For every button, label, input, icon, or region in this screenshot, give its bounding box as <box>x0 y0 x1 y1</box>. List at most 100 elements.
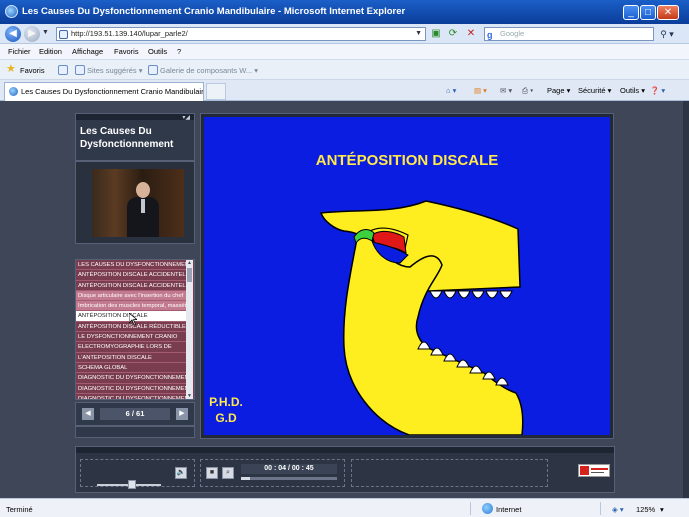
previous-slide-button[interactable]: ◀ <box>82 408 94 420</box>
search-icon[interactable]: ⚲ ▾ <box>656 27 678 41</box>
status-separator <box>470 502 471 515</box>
slide-pager: ◀ 6 / 61 ▶ <box>75 402 195 426</box>
protected-mode-icon[interactable]: ◈ ▾ <box>612 505 624 514</box>
new-tab-button[interactable] <box>206 83 226 100</box>
speaker-video[interactable] <box>75 161 195 244</box>
forward-button[interactable]: ▶ <box>24 26 40 42</box>
favorites-bar: ★ Favoris Sites suggérés ▾ Galerie de co… <box>0 60 689 80</box>
stop-icon[interactable]: ✕ <box>465 28 477 40</box>
minimize-button[interactable]: _ <box>623 5 639 20</box>
chapter-item[interactable]: Disque articulaire avec l'insertion du c… <box>76 290 186 302</box>
menu-file[interactable]: Fichier <box>8 47 31 56</box>
web-slice-gallery-icon <box>148 65 158 75</box>
slide-counter: 6 / 61 <box>100 408 170 420</box>
player-strip <box>76 447 614 453</box>
ie-logo-icon <box>5 5 18 18</box>
transport-group: ■ ⌕ 00 : 04 / 00 : 45 <box>200 459 345 487</box>
playback-time: 00 : 04 / 00 : 45 <box>241 464 337 474</box>
tab-page-icon <box>9 87 18 96</box>
page-content: ▾◢ Les Causes Du Dysfonctionnement LES C… <box>0 101 689 498</box>
seek-bar[interactable] <box>241 477 337 480</box>
slide-author: P.H.D. G.D <box>204 394 248 426</box>
mail-icon[interactable]: ✉ ▾ <box>500 86 512 95</box>
tab-active[interactable]: Les Causes Du Dysfonctionnement Cranio M… <box>4 82 204 101</box>
chapter-item[interactable]: LE DYSFONCTIONNEMENT CRANIO <box>76 332 186 343</box>
close-button[interactable]: ✕ <box>657 5 679 20</box>
window-titlebar: Les Causes Du Dysfonctionnement Cranio M… <box>0 0 689 24</box>
menu-view[interactable]: Affichage <box>72 47 103 56</box>
recent-pages-dropdown-icon[interactable]: ▼ <box>42 29 49 36</box>
volume-slider-thumb[interactable] <box>127 480 136 489</box>
window-title: Les Causes Du Dysfonctionnement Cranio M… <box>22 6 406 17</box>
chapter-item[interactable]: DIAGNOSTIC DU DYSFONCTIONNEMENT <box>76 394 186 399</box>
speaker-tie <box>141 199 145 213</box>
chapter-item[interactable]: DIAGNOSTIC DU DYSFONCTIONNEMENT <box>76 384 186 394</box>
menu-tools[interactable]: Outils <box>148 47 167 56</box>
add-favorite-icon[interactable] <box>58 65 68 75</box>
chapter-item[interactable]: ANTÉPOSITION DISCALE ACCIDENTELLE <box>76 270 186 281</box>
media-player: 🔈 ■ ⌕ 00 : 04 / 00 : 45 <box>75 446 615 493</box>
chapter-item[interactable]: DIAGNOSTIC DU DYSFONCTIONNEMENT <box>76 373 186 384</box>
zoom-button[interactable]: ⌕ <box>222 467 234 479</box>
zoom-level[interactable]: 125% <box>636 505 655 514</box>
status-text: Terminé <box>6 505 33 514</box>
home-icon[interactable]: ⌂ ▾ <box>446 86 456 95</box>
chapter-item[interactable]: SCHEMA GLOBAL <box>76 363 186 374</box>
print-icon[interactable]: ⎙ ▾ <box>522 86 533 96</box>
internet-zone-icon <box>482 503 493 514</box>
chapter-item[interactable]: L'ANTEPOSITION DISCALE <box>76 353 186 363</box>
panel-options-icon[interactable]: ▾◢ <box>182 114 190 121</box>
logo-line-1 <box>591 468 608 470</box>
university-logo <box>578 464 610 477</box>
chapter-item[interactable]: Imbrication des muscles temporal, massét… <box>76 301 186 312</box>
maximize-button[interactable]: □ <box>640 5 656 20</box>
speaker-head <box>136 182 150 198</box>
refresh-icon[interactable]: ⟳ <box>447 28 459 40</box>
compatibility-icon[interactable]: ▣ <box>430 28 442 40</box>
scroll-thumb[interactable] <box>187 268 192 282</box>
chapter-item[interactable]: ELECTROMYOGRAPHIE LORS DE <box>76 342 186 353</box>
status-bar: Terminé Internet ◈ ▾ 125% ▾ <box>0 498 689 517</box>
zoom-dropdown-icon[interactable]: ▾ <box>660 505 664 514</box>
chapter-scrollbar[interactable]: ▲ ▼ <box>186 260 193 399</box>
search-input[interactable]: g Google <box>484 27 654 41</box>
page-menu[interactable]: Page ▾ <box>547 86 570 95</box>
feeds-icon[interactable]: ▤ ▾ <box>474 86 487 95</box>
player-info-group <box>351 459 548 487</box>
mouse-cursor-icon <box>129 313 137 325</box>
author-line-2: G.D <box>215 411 237 425</box>
chapter-list: LES CAUSES DU DYSFONCTIONNEMENT ANTÉPOSIT… <box>75 259 195 400</box>
tools-menu[interactable]: Outils ▾ <box>620 86 645 95</box>
chapter-item[interactable]: LES CAUSES DU DYSFONCTIONNEMENT <box>76 260 186 271</box>
help-icon[interactable]: ❓ ▾ <box>650 86 665 95</box>
url-input[interactable]: http://193.51.139.140/lupar_parle2/ ▼ <box>56 27 426 41</box>
url-dropdown-icon[interactable]: ▼ <box>415 28 422 40</box>
stop-button[interactable]: ■ <box>206 467 218 479</box>
security-zone: Internet <box>496 505 522 514</box>
mute-speaker-icon[interactable]: 🔈 <box>175 467 187 479</box>
address-bar: ◀ ▶ ▼ http://193.51.139.140/lupar_parle2… <box>0 24 689 44</box>
menu-favorites[interactable]: Favoris <box>114 47 139 56</box>
scroll-down-icon[interactable]: ▼ <box>187 393 192 399</box>
menu-edit[interactable]: Edition <box>39 47 62 56</box>
logo-mark <box>580 466 589 475</box>
suggested-sites-link[interactable]: Sites suggérés ▾ <box>87 66 142 75</box>
window-edge <box>683 101 689 498</box>
star-icon: ★ <box>6 63 16 75</box>
seek-progress <box>241 477 250 480</box>
upper-teeth <box>429 290 513 299</box>
next-slide-button[interactable]: ▶ <box>176 408 188 420</box>
slide: ANTÉPOSITION DISCALE P.H.D. G.D <box>204 117 610 435</box>
back-button[interactable]: ◀ <box>5 26 21 42</box>
google-icon: g <box>487 30 493 40</box>
video-frame <box>92 169 184 237</box>
status-separator <box>600 502 601 515</box>
web-slice-gallery-link[interactable]: Galerie de composants W... ▾ <box>160 66 258 75</box>
presentation-title-panel: ▾◢ Les Causes Du Dysfonctionnement <box>75 113 195 161</box>
chapter-item[interactable]: ANTÉPOSITION DISCALE ACCIDENTELLE <box>76 281 186 291</box>
panel-strip <box>76 114 194 120</box>
menu-help[interactable]: ? <box>177 47 181 56</box>
favorites-button[interactable]: Favoris <box>20 66 45 75</box>
scroll-up-icon[interactable]: ▲ <box>187 260 192 266</box>
security-menu[interactable]: Sécurité ▾ <box>578 86 611 95</box>
